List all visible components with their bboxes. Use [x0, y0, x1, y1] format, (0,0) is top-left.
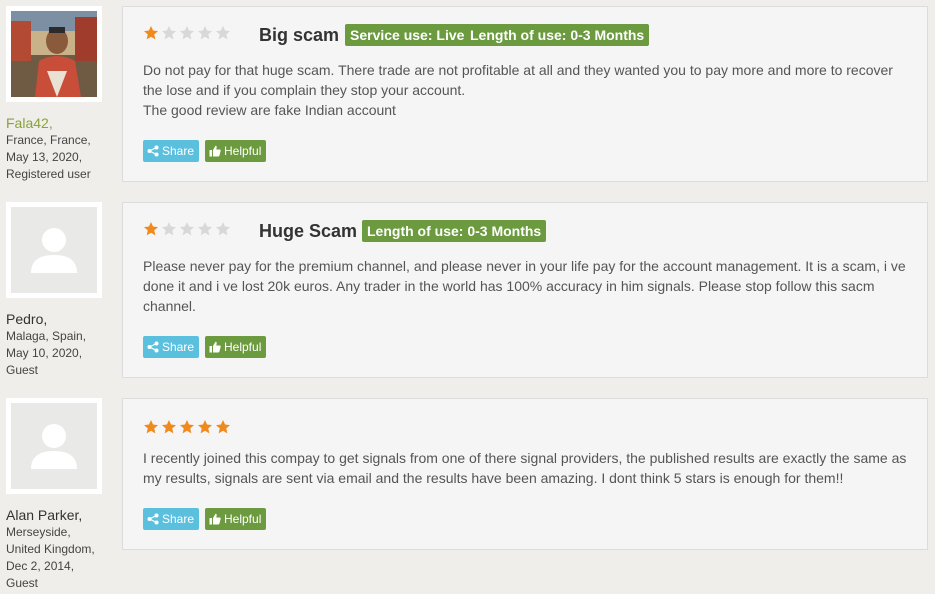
star-empty-icon [180, 222, 194, 236]
review-card: Big scam Service use: Live Length of use… [122, 6, 928, 182]
star-filled-icon [144, 420, 158, 434]
user-info: Fala42, France, France, May 13, 2020, Re… [6, 115, 91, 183]
share-button[interactable]: Share [143, 140, 200, 162]
user-location-country: United Kingdom, [6, 542, 95, 556]
helpful-button[interactable]: Helpful [205, 508, 267, 530]
user-location: Merseyside, [6, 525, 71, 539]
user-avatar-placeholder [6, 398, 102, 494]
helpful-button[interactable]: Helpful [205, 140, 267, 162]
star-empty-icon [180, 26, 194, 40]
user-location: France, France, [6, 133, 91, 147]
review-card: I recently joined this compay to get sig… [122, 398, 928, 550]
star-rating [143, 25, 231, 43]
star-empty-icon [162, 222, 176, 236]
user-avatar-photo[interactable] [6, 6, 102, 102]
review-text: I recently joined this compay to get sig… [143, 450, 907, 486]
review-text: Please never pay for the premium channel… [143, 258, 906, 314]
star-empty-icon [216, 222, 230, 236]
user-info: Alan Parker, Merseyside, United Kingdom,… [6, 507, 95, 592]
star-filled-icon [144, 222, 158, 236]
review-date: Dec 2, 2014, [6, 559, 75, 573]
helpful-button[interactable]: Helpful [205, 336, 267, 358]
review-card: Huge Scam Length of use: 0-3 Months Plea… [122, 202, 928, 378]
share-button[interactable]: Share [143, 336, 200, 358]
review-text: Do not pay for that huge scam. There tra… [143, 62, 893, 118]
share-icon [147, 145, 159, 157]
share-icon [147, 513, 159, 525]
user-avatar-placeholder [6, 202, 102, 298]
star-filled-icon [216, 420, 230, 434]
share-button[interactable]: Share [143, 508, 200, 530]
username: Alan Parker, [6, 507, 83, 523]
review-title: Big scam [259, 25, 340, 45]
user-type: Registered user [6, 167, 91, 181]
star-filled-icon [180, 420, 194, 434]
user-location: Malaga, Spain, [6, 329, 87, 343]
user-info: Pedro, Malaga, Spain, May 10, 2020, Gues… [6, 311, 86, 379]
star-filled-icon [198, 420, 212, 434]
star-rating [143, 221, 231, 239]
review-date: May 13, 2020, [6, 150, 83, 164]
star-filled-icon [162, 420, 176, 434]
length-of-use-badge: Length of use: 0-3 Months [465, 24, 650, 46]
thumbs-up-icon [209, 145, 221, 157]
star-empty-icon [162, 26, 176, 40]
review-date: May 10, 2020, [6, 346, 83, 360]
username: Pedro, [6, 311, 48, 327]
service-use-badge: Service use: Live [345, 24, 470, 46]
user-type: Guest [6, 363, 39, 377]
star-empty-icon [216, 26, 230, 40]
user-type: Guest [6, 576, 39, 590]
length-of-use-badge: Length of use: 0-3 Months [362, 220, 547, 242]
star-empty-icon [198, 222, 212, 236]
star-rating [143, 419, 231, 437]
star-empty-icon [198, 26, 212, 40]
review-title: Huge Scam [259, 221, 358, 241]
star-filled-icon [144, 26, 158, 40]
share-icon [147, 341, 159, 353]
thumbs-up-icon [209, 513, 221, 525]
thumbs-up-icon [209, 341, 221, 353]
username-link[interactable]: Fala42, [6, 115, 91, 132]
